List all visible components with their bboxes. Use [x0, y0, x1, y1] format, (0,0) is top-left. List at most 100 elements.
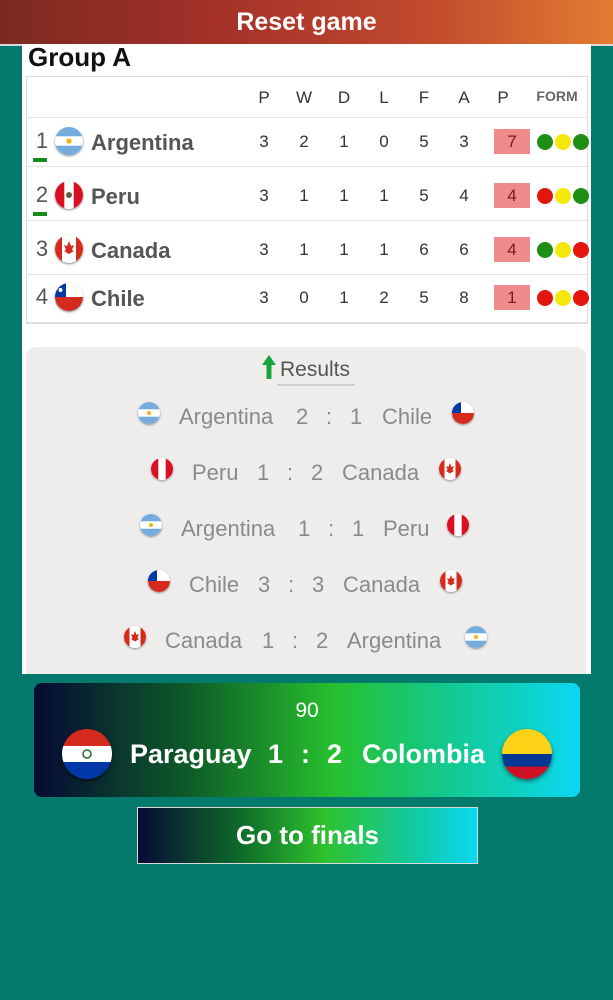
stat-against: 8	[459, 288, 469, 307]
live-separator: :	[301, 739, 310, 769]
table-row[interactable]: 3 Canada 3 1 1 1 6 6 4	[27, 226, 589, 275]
result-away-team: Peru	[383, 516, 430, 541]
team-name: Chile	[91, 286, 145, 311]
standings-table: P W D L F A P FORM 1 Argentina 3 2 1 0 5…	[26, 76, 589, 324]
result-row: Argentina 2 : 1 Chile	[26, 400, 586, 440]
result-away-score: 2	[311, 460, 324, 485]
form-win-dot	[573, 188, 589, 204]
form-loss-dot	[573, 242, 589, 258]
canada-flag-icon	[124, 626, 146, 648]
team-position: 1	[35, 128, 49, 153]
stat-played: 3	[259, 132, 269, 151]
chile-flag-icon	[55, 283, 83, 311]
stat-won: 1	[299, 240, 309, 259]
live-away-team: Colombia	[362, 739, 486, 769]
team-position: 2	[35, 182, 49, 207]
live-home-team: Paraguay	[130, 739, 252, 769]
stat-for: 5	[419, 288, 429, 307]
result-home-score: 3	[258, 572, 271, 597]
form-draw-dot	[555, 242, 571, 258]
result-home-score: 1	[257, 460, 270, 485]
result-row: Peru 1 : 2 Canada	[26, 456, 586, 496]
team-position: 4	[35, 284, 49, 309]
result-row: Canada 1 : 2 Argentina	[26, 624, 586, 664]
results-title: Results	[279, 358, 351, 381]
form-win-dot	[537, 242, 553, 258]
argentina-flag-icon	[140, 514, 162, 536]
result-separator: :	[288, 572, 295, 597]
form-loss-dot	[573, 290, 589, 306]
reset-game-button[interactable]: Reset game	[0, 0, 613, 46]
result-separator: :	[287, 460, 294, 485]
result-row: Argentina 1 : 1 Peru	[26, 512, 586, 552]
stat-for: 5	[419, 132, 429, 151]
result-separator: :	[292, 628, 299, 653]
results-panel: Results Argentina 2 : 1 Chile Peru 1 : 2…	[26, 347, 586, 674]
qualified-marker	[33, 158, 47, 162]
result-separator: :	[328, 516, 335, 541]
form-loss-dot	[537, 290, 553, 306]
col-played: P	[258, 88, 270, 107]
result-separator: :	[326, 404, 333, 429]
live-away-score: 2	[327, 739, 343, 769]
form-draw-dot	[555, 188, 571, 204]
stat-drawn: 1	[339, 186, 349, 205]
qualified-marker	[33, 212, 47, 216]
peru-flag-icon	[151, 458, 173, 480]
points-badge: 4	[494, 183, 530, 208]
canada-flag-icon	[440, 570, 462, 592]
argentina-flag-icon	[465, 626, 487, 648]
team-name: Canada	[91, 238, 171, 263]
live-match-card: 90 Paraguay 1 : 2 Colombia	[34, 683, 580, 797]
team-name: Peru	[91, 184, 140, 209]
argentina-flag-icon	[138, 402, 160, 424]
peru-flag-icon	[55, 181, 83, 209]
stat-for: 5	[419, 186, 429, 205]
stat-lost: 0	[379, 132, 389, 151]
result-away-team: Chile	[382, 404, 433, 429]
peru-flag-icon	[447, 514, 469, 536]
col-drawn: D	[337, 88, 351, 107]
form-loss-dot	[537, 188, 553, 204]
result-row: Chile 3 : 3 Canada	[26, 568, 586, 608]
form-indicators	[537, 242, 589, 258]
result-home-team: Argentina	[181, 516, 276, 541]
form-win-dot	[573, 134, 589, 150]
form-indicators	[537, 188, 589, 204]
stat-lost: 1	[379, 186, 389, 205]
results-toggle[interactable]: Results	[26, 355, 586, 385]
team-position: 3	[35, 236, 49, 261]
table-row[interactable]: 4 Chile 3 0 1 2 5 8 1	[27, 274, 589, 323]
stat-drawn: 1	[339, 288, 349, 307]
result-home-team: Argentina	[179, 404, 274, 429]
table-row[interactable]: 1 Argentina 3 2 1 0 5 3 7	[27, 118, 589, 167]
group-panel: Group A P W D L F A P FORM 1 Argentina 3…	[22, 42, 591, 674]
points-badge: 1	[494, 285, 530, 310]
paraguay-flag-icon	[62, 729, 112, 779]
col-for: F	[418, 88, 430, 107]
chile-flag-icon	[452, 402, 474, 424]
table-row[interactable]: 2 Peru 3 1 1 1 5 4 4	[27, 172, 589, 221]
canada-flag-icon	[439, 458, 461, 480]
form-draw-dot	[555, 134, 571, 150]
col-form: FORM	[536, 88, 578, 104]
stat-against: 3	[459, 132, 469, 151]
results-underline	[277, 384, 355, 386]
points-badge: 7	[494, 129, 530, 154]
result-away-score: 1	[350, 404, 363, 429]
argentina-flag-icon	[55, 127, 83, 155]
stat-drawn: 1	[339, 240, 349, 259]
stat-played: 3	[259, 288, 269, 307]
stat-lost: 2	[379, 288, 389, 307]
result-away-score: 2	[316, 628, 329, 653]
colombia-flag-icon	[502, 729, 552, 779]
result-away-score: 3	[312, 572, 325, 597]
go-to-finals-button[interactable]: Go to finals	[137, 807, 478, 864]
standings-header: P W D L F A P FORM	[27, 77, 587, 118]
result-home-score: 1	[262, 628, 275, 653]
stat-won: 0	[299, 288, 309, 307]
col-won: W	[295, 88, 313, 107]
match-minute: 90	[295, 699, 319, 722]
canada-flag-icon	[55, 235, 83, 263]
arrow-up-icon	[261, 355, 276, 385]
